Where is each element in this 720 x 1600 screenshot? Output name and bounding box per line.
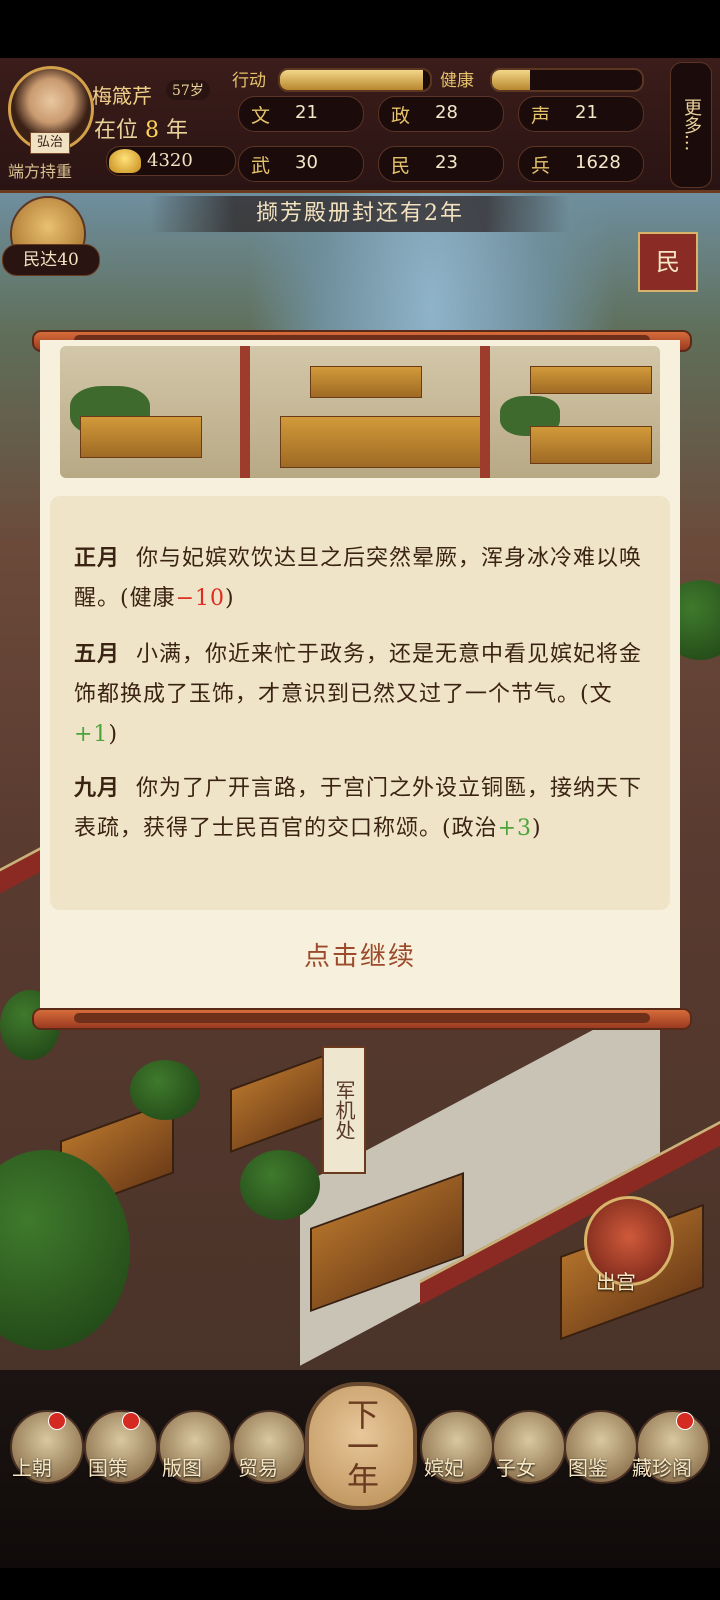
people-button[interactable]: 民 [638, 232, 698, 292]
event-month: 五月 [74, 641, 121, 667]
stat-soldiers[interactable]: 兵 1628 [518, 146, 644, 182]
event-close: ) [108, 722, 119, 747]
stat-key: 民 [391, 155, 411, 177]
palace-wall [480, 346, 490, 478]
treasure-label[interactable]: 藏珍阁 [632, 1452, 692, 1481]
notification-dot [122, 1412, 140, 1430]
event-close: ) [532, 816, 542, 841]
event-delta: +3 [497, 816, 533, 841]
tree [130, 1060, 200, 1120]
notification-dot [48, 1412, 66, 1430]
court-label[interactable]: 上朝 [12, 1452, 52, 1481]
bottom-bar: 上朝 国策 版图 贸易 下一年 嫔妃 子女 图鉴 藏珍阁 [0, 1370, 720, 1568]
more-button[interactable]: 更多... [670, 62, 712, 188]
atlas-label[interactable]: 图鉴 [568, 1452, 608, 1481]
event-entry: 九月 你为了广开言路，于宫门之外设立铜匦，接纳天下表疏，获得了士民百官的交口称颂… [74, 768, 650, 849]
continue-button[interactable]: 点击继续 [40, 936, 680, 973]
hall-roof [80, 416, 202, 458]
tree [240, 1150, 320, 1220]
event-delta: −10 [175, 586, 226, 611]
reign-label: 在位 [94, 118, 139, 143]
era-seal: 弘治 [30, 132, 70, 154]
gold-ingot-icon [109, 149, 141, 173]
action-bar [278, 68, 432, 92]
stat-key: 政 [391, 105, 411, 127]
scroll-bottom-rod [32, 1008, 692, 1030]
stat-key: 文 [251, 105, 271, 127]
gold-counter: 4320 [106, 146, 236, 176]
system-home-bar [0, 1568, 720, 1600]
policy-label[interactable]: 国策 [88, 1452, 128, 1481]
event-text: 小满，你近来忙于政务，还是无意中看见嫔妃将金饰都换成了玉饰，才意识到已然又过了一… [74, 642, 643, 707]
badge-prefix: 民 [23, 250, 41, 270]
reign-unit: 年 [166, 118, 189, 143]
hall-roof [310, 366, 422, 398]
stat-politics[interactable]: 政 28 [378, 96, 504, 132]
stat-value: 21 [295, 102, 318, 123]
event-text: 你为了广开言路，于宫门之外设立铜匦，接纳天下表疏，获得了士民百官的交口称颂。(政… [74, 776, 643, 841]
territory-label[interactable]: 版图 [162, 1452, 202, 1481]
event-entry: 正月 你与妃嫔欢饮达旦之后突然晕厥，浑身冰冷难以唤醒。(健康−10) [74, 538, 650, 619]
stat-key: 武 [251, 155, 271, 177]
stat-value: 1628 [575, 152, 621, 173]
stat-value: 30 [295, 152, 318, 173]
badge-suffix: 达40 [40, 250, 79, 270]
next-year-button[interactable]: 下一年 [305, 1382, 417, 1510]
status-bar [0, 0, 720, 58]
event-entry: 五月 小满，你近来忙于政务，还是无意中看见嫔妃将金饰都换成了玉饰，才意识到已然又… [74, 634, 650, 755]
palace-wall [240, 346, 250, 478]
gold-value: 4320 [147, 150, 193, 171]
people-goal-badge[interactable]: 民达40 [2, 244, 100, 276]
palace-roof [230, 1051, 334, 1153]
stat-value: 23 [435, 152, 458, 173]
event-delta: +1 [74, 722, 109, 747]
stat-people[interactable]: 民 23 [378, 146, 504, 182]
exit-palace-label[interactable]: 出宫 [596, 1266, 636, 1295]
main-hall-roof [280, 416, 482, 468]
health-label: 健康 [440, 71, 474, 91]
event-month: 正月 [74, 545, 121, 571]
emperor-title: 端方持重 [8, 162, 73, 181]
consort-label[interactable]: 嫔妃 [424, 1452, 464, 1481]
notification-dot [676, 1412, 694, 1430]
event-close: ) [225, 586, 235, 611]
event-month: 九月 [74, 775, 121, 801]
action-label: 行动 [232, 71, 266, 91]
palace-illustration [60, 346, 660, 478]
stat-military[interactable]: 武 30 [238, 146, 364, 182]
yearly-events-modal[interactable]: 正月 你与妃嫔欢饮达旦之后突然晕厥，浑身冰冷难以唤醒。(健康−10) 五月 小满… [40, 340, 680, 1030]
event-log[interactable]: 正月 你与妃嫔欢饮达旦之后突然晕厥，浑身冰冷难以唤醒。(健康−10) 五月 小满… [50, 496, 670, 910]
trade-label[interactable]: 贸易 [238, 1452, 278, 1481]
reign-years: 在位 8 年 [94, 112, 188, 144]
reign-number: 8 [145, 118, 160, 143]
stat-value: 21 [575, 102, 598, 123]
stat-key: 声 [531, 105, 551, 127]
age-badge: 57岁 [166, 80, 210, 100]
health-bar-fill [492, 70, 530, 90]
stat-literature[interactable]: 文 21 [238, 96, 364, 132]
consort-banner: 撷芳殿册封还有2年 [150, 196, 570, 232]
stat-key: 兵 [531, 155, 551, 177]
hall-roof [530, 426, 652, 464]
hall-roof [530, 366, 652, 394]
stat-value: 28 [435, 102, 458, 123]
military-office-marker[interactable]: 军机处 [322, 1046, 366, 1174]
action-bar-fill [280, 70, 423, 90]
event-text: 你与妃嫔欢饮达旦之后突然晕厥，浑身冰冷难以唤醒。(健康 [74, 546, 643, 611]
children-label[interactable]: 子女 [496, 1452, 536, 1481]
stat-reputation[interactable]: 声 21 [518, 96, 644, 132]
emperor-name: 梅箴芹 [92, 84, 152, 108]
health-bar [490, 68, 644, 92]
